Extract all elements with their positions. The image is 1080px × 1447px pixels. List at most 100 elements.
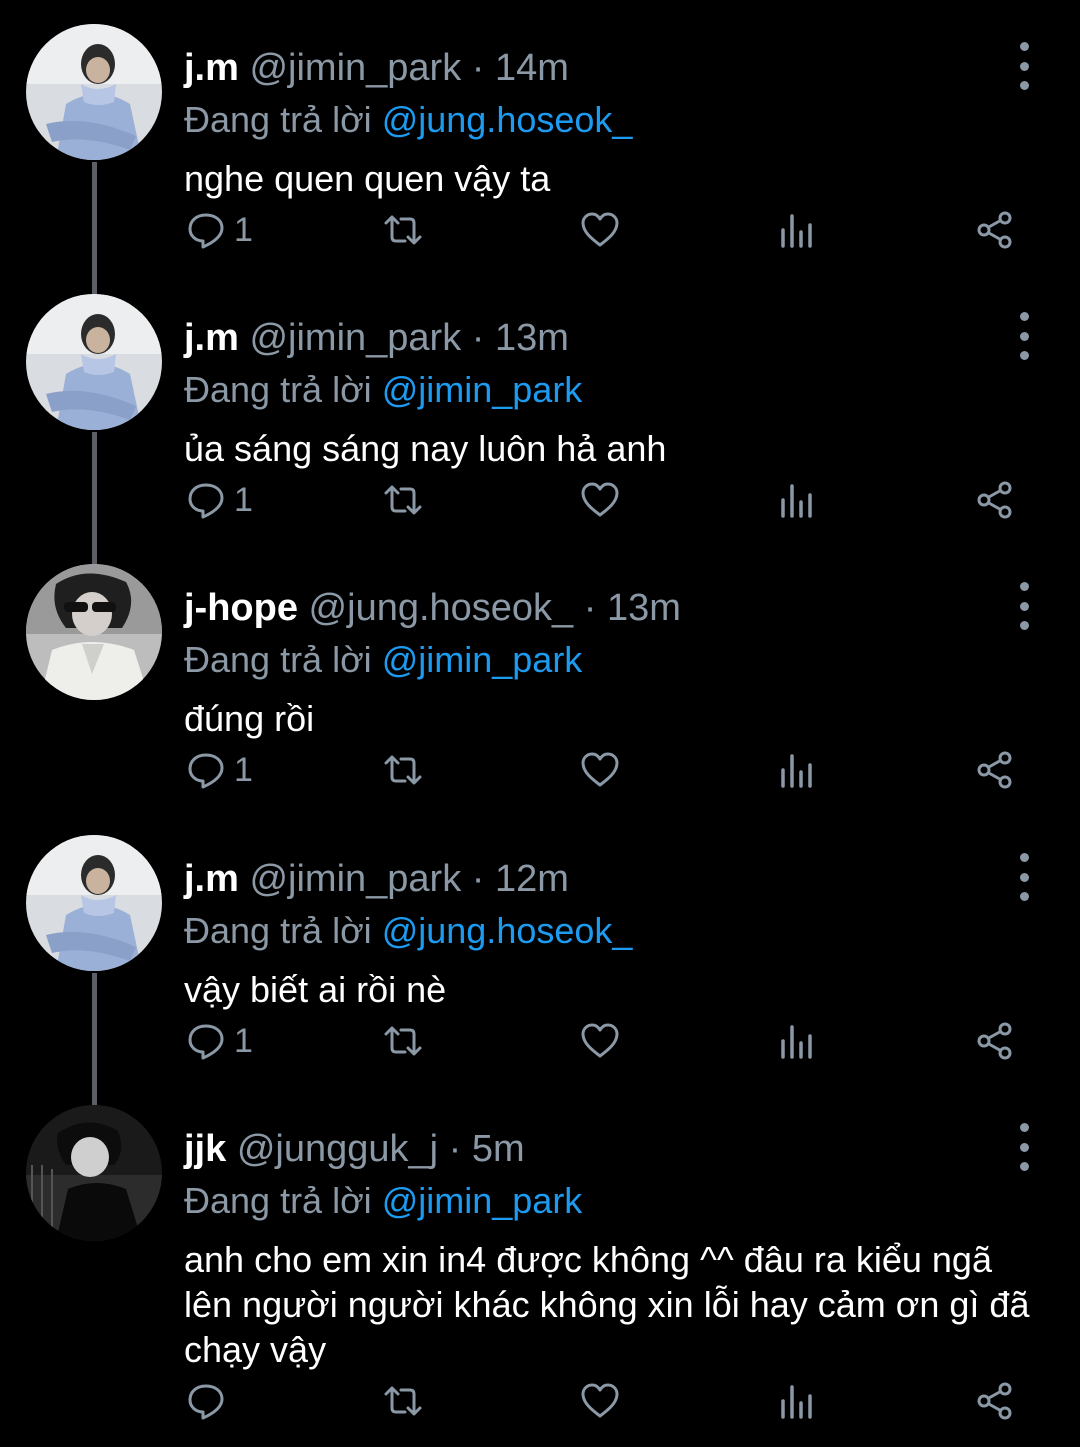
tweet[interactable]: jjk @jungguk_j · 5m Đang trả lời @jimin_… xyxy=(0,1105,1080,1445)
analytics-button[interactable] xyxy=(777,1017,817,1065)
share-icon xyxy=(977,1022,1012,1060)
retweet-button[interactable] xyxy=(383,206,423,254)
share-icon xyxy=(977,211,1012,249)
replying-to: Đang trả lời @jung.hoseok_ xyxy=(184,909,632,953)
separator-dot: · xyxy=(471,317,485,359)
display-name[interactable]: j-hope xyxy=(184,587,298,629)
tweet-header: j.m @jimin_park · 13m xyxy=(184,316,569,360)
display-name[interactable]: j.m xyxy=(184,858,239,900)
like-button[interactable] xyxy=(580,1017,620,1065)
tweet-text: vậy biết ai rồi nè xyxy=(184,969,447,1010)
analytics-icon xyxy=(781,214,812,248)
username[interactable]: @jung.hoseok_ xyxy=(309,587,574,629)
separator-dot: · xyxy=(471,858,485,900)
avatar[interactable] xyxy=(26,835,162,971)
more-vertical-icon[interactable] xyxy=(1012,847,1036,907)
share-icon xyxy=(977,481,1012,519)
retweet-icon xyxy=(384,215,422,245)
display-name[interactable]: j.m xyxy=(184,47,239,89)
tweet-text: ủa sáng sáng nay luôn hả anh xyxy=(184,428,667,469)
like-button[interactable] xyxy=(580,206,620,254)
retweet-icon xyxy=(384,485,422,515)
reply-count: 1 xyxy=(234,750,253,789)
more-vertical-icon[interactable] xyxy=(1012,576,1036,636)
reply-button[interactable] xyxy=(186,1377,234,1425)
timestamp[interactable]: 13m xyxy=(495,317,569,359)
tweet-text: anh cho em xin in4 được không ^^ đâu ra … xyxy=(184,1239,1030,1370)
username[interactable]: @jimin_park xyxy=(249,317,461,359)
username[interactable]: @jimin_park xyxy=(249,47,461,89)
tweet[interactable]: j.m @jimin_park · 13m Đang trả lời @jimi… xyxy=(0,294,1080,542)
reply-icon xyxy=(188,213,224,249)
share-button[interactable] xyxy=(975,1017,1015,1065)
display-name[interactable]: jjk xyxy=(184,1128,226,1170)
retweet-button[interactable] xyxy=(383,1017,423,1065)
tweet-actions: 1 xyxy=(0,206,1080,254)
avatar[interactable] xyxy=(26,294,162,430)
reply-count: 1 xyxy=(234,1021,253,1060)
mention-link[interactable]: @jimin_park xyxy=(382,369,583,410)
avatar-photo xyxy=(26,294,162,430)
analytics-button[interactable] xyxy=(777,1377,817,1425)
share-button[interactable] xyxy=(975,206,1015,254)
display-name[interactable]: j.m xyxy=(184,317,239,359)
username[interactable]: @jimin_park xyxy=(249,858,461,900)
heart-icon xyxy=(581,482,619,517)
mention-link[interactable]: @jung.hoseok_ xyxy=(382,910,633,951)
heart-icon xyxy=(581,1383,619,1418)
username[interactable]: @jungguk_j xyxy=(237,1128,438,1170)
replying-to: Đang trả lời @jung.hoseok_ xyxy=(184,98,632,142)
analytics-button[interactable] xyxy=(777,206,817,254)
avatar[interactable] xyxy=(26,564,162,700)
share-icon xyxy=(977,751,1012,789)
tweet[interactable]: j.m @jimin_park · 14m Đang trả lời @jung… xyxy=(0,24,1080,272)
like-button[interactable] xyxy=(580,476,620,524)
heart-icon xyxy=(581,212,619,247)
analytics-icon xyxy=(781,1385,812,1419)
more-vertical-icon[interactable] xyxy=(1012,36,1036,96)
replying-to-label: Đang trả lời xyxy=(184,910,372,951)
analytics-button[interactable] xyxy=(777,476,817,524)
separator-dot: · xyxy=(471,47,485,89)
analytics-button[interactable] xyxy=(777,746,817,794)
retweet-button[interactable] xyxy=(383,1377,423,1425)
retweet-button[interactable] xyxy=(383,476,423,524)
share-button[interactable] xyxy=(975,746,1015,794)
tweet-actions xyxy=(0,1377,1080,1425)
tweet-header: j.m @jimin_park · 12m xyxy=(184,857,569,901)
like-button[interactable] xyxy=(580,1377,620,1425)
avatar[interactable] xyxy=(26,1105,162,1241)
tweet-actions: 1 xyxy=(0,1017,1080,1065)
timestamp[interactable]: 12m xyxy=(495,858,569,900)
mention-link[interactable]: @jimin_park xyxy=(382,639,583,680)
reply-button[interactable]: 1 xyxy=(186,1017,253,1065)
replying-to-label: Đang trả lời xyxy=(184,1180,372,1221)
reply-button[interactable]: 1 xyxy=(186,746,253,794)
more-vertical-icon[interactable] xyxy=(1012,1117,1036,1177)
share-button[interactable] xyxy=(975,476,1015,524)
reply-button[interactable]: 1 xyxy=(186,476,253,524)
avatar[interactable] xyxy=(26,24,162,160)
timestamp[interactable]: 13m xyxy=(607,587,681,629)
share-button[interactable] xyxy=(975,1377,1015,1425)
timestamp[interactable]: 5m xyxy=(472,1128,525,1170)
separator-dot: · xyxy=(583,587,597,629)
reply-icon xyxy=(188,483,224,519)
retweet-button[interactable] xyxy=(383,746,423,794)
like-button[interactable] xyxy=(580,746,620,794)
reply-icon xyxy=(188,1384,224,1420)
reply-button[interactable]: 1 xyxy=(186,206,253,254)
analytics-icon xyxy=(781,484,812,518)
tweet-text: nghe quen quen vậy ta xyxy=(184,158,551,199)
mention-link[interactable]: @jimin_park xyxy=(382,1180,583,1221)
tweet-actions: 1 xyxy=(0,476,1080,524)
replying-to-label: Đang trả lời xyxy=(184,369,372,410)
more-vertical-icon[interactable] xyxy=(1012,306,1036,366)
tweet[interactable]: j-hope @jung.hoseok_ · 13m Đang trả lời … xyxy=(0,564,1080,812)
tweet[interactable]: j.m @jimin_park · 12m Đang trả lời @jung… xyxy=(0,835,1080,1083)
timestamp[interactable]: 14m xyxy=(495,47,569,89)
tweet-actions: 1 xyxy=(0,746,1080,794)
reply-count: 1 xyxy=(234,210,253,249)
mention-link[interactable]: @jung.hoseok_ xyxy=(382,99,633,140)
tweet-header: j.m @jimin_park · 14m xyxy=(184,46,569,90)
